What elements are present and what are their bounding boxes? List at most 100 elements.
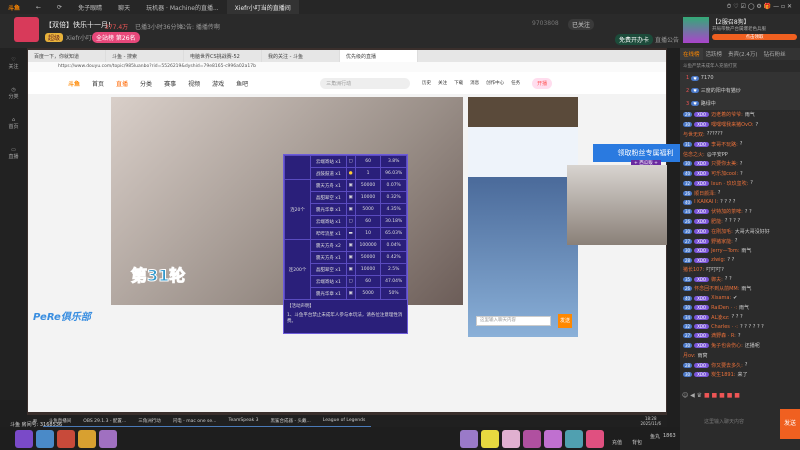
sidebar-item-live[interactable]: ▭ 直播 <box>0 138 27 168</box>
chat-nick[interactable]: 怀念回不到从前MM: <box>694 285 739 292</box>
free-card-button[interactable]: 免费开办卡 <box>615 34 654 45</box>
taskbar-item: TeamSpeak 3 <box>222 416 265 427</box>
chat-nick[interactable]: AL凌xz: <box>711 314 729 321</box>
chat-message: 34 XDO 伏特加的茶啤:? ? <box>680 207 800 217</box>
top-rank-item[interactable]: 3 ♥ 路绿中 <box>680 97 800 110</box>
chat-text: ? <box>737 332 741 339</box>
top-rank-item[interactable]: 1 ♥ 7170 <box>680 72 800 84</box>
chat-nick[interactable]: 嘿嘿嘿我来猪OvO: <box>711 121 753 128</box>
ad-banner[interactable]: 【2服召8狗】 开局带数产台属爆老色兵服 点击领取 <box>680 14 800 48</box>
chat-nick[interactable]: Ixun · 玖玖玺吹: <box>711 180 748 187</box>
chat-nick[interactable]: 顺日颜泽: <box>694 190 716 197</box>
chat-nick[interactable]: 与世无双: <box>683 131 705 138</box>
chat-text: ? <box>739 141 743 148</box>
bag-button[interactable]: 背包 <box>632 439 642 446</box>
streamer-avatar[interactable] <box>14 17 39 42</box>
chat-nick[interactable]: 炭生1891: <box>711 371 735 378</box>
right-panel: 【2服召8狗】 开局带数产台属爆老色兵服 点击领取 在线榜 活跃榜 贵宾(2.4… <box>680 14 800 450</box>
level-badge: 34 <box>683 314 693 320</box>
chat-nick[interactable]: I KAIKAI I: <box>694 199 718 205</box>
chat-nick[interactable]: 迈老着的爷爷: <box>711 111 743 118</box>
browser-tab: 斗鱼 - 搜索 <box>106 50 184 62</box>
level-badge: 30 <box>683 343 693 349</box>
chat-text: 还播呢 <box>744 343 760 350</box>
chat-nick[interactable]: 只要你太美: <box>711 160 738 167</box>
tab-machine[interactable]: 玩机器 · Machine的直播... <box>138 0 227 14</box>
chat-message: 26 顺日颜泽:? <box>680 188 800 198</box>
rank-tabs: 在线榜 活跃榜 贵宾(2.4万) 钻石粉丝 <box>680 48 800 60</box>
tab-xiefr[interactable]: Xiefr小叮当的直播间 <box>226 0 299 14</box>
chat-message: 30 XDO 嘿嘿嘿我来猪OvO:? <box>680 120 800 130</box>
chat-nick[interactable]: 在刚加毛: <box>711 228 733 235</box>
chat-nick[interactable]: 伏特加的茶啤: <box>711 208 743 215</box>
follow-button[interactable]: 已关注 <box>568 19 595 30</box>
chat-message: 信念之火: @平安PP <box>680 149 800 159</box>
chat-nick[interactable]: zlwig: <box>711 257 725 263</box>
ad-button[interactable]: 点击领取 <box>712 34 797 40</box>
window-controls[interactable]: ⏱ ♡ ☑ ◯ ⚙ 🎁 — ▫ ✕ <box>719 0 800 14</box>
level-badge: 32 <box>683 180 693 186</box>
back-icon[interactable]: ← <box>28 0 49 14</box>
refresh-icon[interactable]: ⟳ <box>49 0 70 14</box>
level-badge: 27 <box>683 238 693 244</box>
gift-icons[interactable] <box>460 430 607 450</box>
fan-badge: XDO <box>694 218 710 224</box>
fan-badge: XDO <box>694 171 710 177</box>
chat-nick[interactable]: 野猪家能: <box>711 238 733 245</box>
stream-video[interactable]: 百度一下，你就知道 斗鱼 - 搜索 电脑世界CS挑战赛-52 我的关注 - 斗鱼… <box>27 48 698 418</box>
chat-message: 29 XDO 迈老着的爷爷: 雨气 <box>680 110 800 120</box>
chat-nick[interactable]: Jerry—Tom: <box>711 248 739 254</box>
fan-badge: XDO <box>694 324 710 330</box>
chat-message: 40 I KAIKAI I:? ? ? ? <box>680 198 800 207</box>
rank-number: 3 <box>686 100 690 107</box>
chat-nick[interactable]: 信念之火: <box>683 151 705 158</box>
chat-nick[interactable]: 你又要去多久: <box>711 362 743 369</box>
top-rank-item[interactable]: 2 ♥ 三度的阳中有猫炒 <box>680 84 800 97</box>
level-badge: 28 <box>683 362 693 368</box>
chat-nick[interactable]: 御夫: <box>711 276 723 283</box>
address-bar: https://www.douyu.com/topic/985luanbo?ri… <box>28 62 666 72</box>
chat-nick[interactable]: Charles · ·: <box>711 324 738 330</box>
chat-nick[interactable]: 猪长107: <box>683 266 704 273</box>
gift-probability-panel: 云端寄站 x1 ▢ 60 3.8% 战鼓鼓道 x1 ● 1 96.03% 连20个 震天方舟 … <box>283 154 408 334</box>
level-badge: 34 <box>683 209 693 215</box>
chat-nick[interactable]: 滴野森 · R: <box>711 332 736 339</box>
tab-diamond[interactable]: 钻石粉丝 <box>761 48 789 60</box>
fishball-label: 鱼丸 <box>650 434 661 440</box>
chat-nick[interactable]: 可乐加cool: <box>711 170 738 177</box>
tab-online[interactable]: 在线榜 <box>680 48 703 60</box>
chat-message: 31 XDO 李哥不玩路:? <box>680 139 800 149</box>
live-button: 开播 <box>532 77 553 89</box>
fan-badge: XDO <box>694 141 710 147</box>
recharge-button[interactable]: 充值 <box>612 439 622 446</box>
send-button[interactable]: 发送 <box>780 409 800 439</box>
chat-nick[interactable]: 肥能: <box>711 218 723 225</box>
chat-text: ? ? ? ? <box>724 218 741 225</box>
chat-message: 32 XDO Ixun · 玖玖玺吹:? <box>680 178 800 188</box>
level-badge: 超级 <box>45 33 64 42</box>
chat-tools[interactable]: ☺ ◀ ♛ ■ ■ ■ ■ ■ <box>682 392 740 399</box>
douyu-logo: 斗鱼 <box>68 80 81 88</box>
browser-tab: 优先级的直播 <box>340 50 418 62</box>
announce-link[interactable]: 直播公告 <box>655 35 679 44</box>
sidebar-item-home[interactable]: ⌂ 首页 <box>0 108 27 138</box>
chat-nick[interactable]: RaiDen · ·: <box>711 305 737 311</box>
chat-message: 27 XDO 野猪家能:? <box>680 236 800 246</box>
chat-input[interactable]: 这里输入聊天内容 <box>700 412 774 434</box>
chat-text: 叮叮叮? <box>706 266 724 273</box>
top-bar: 斗鱼 ← ⟳ 免子眼睛 聊天 玩机器 · Machine的直播... Xiefr… <box>0 0 800 14</box>
activity-icons[interactable] <box>15 430 120 450</box>
tab-vip[interactable]: 贵宾(2.4万) <box>725 48 761 60</box>
sidebar-item-follow[interactable]: ♡ 关注 <box>0 48 27 78</box>
tab-chat[interactable]: 聊天 <box>110 0 138 14</box>
tab-search[interactable]: 免子眼睛 <box>70 0 110 14</box>
chat-nick[interactable]: 李哥不玩路: <box>711 141 738 148</box>
chat-nick[interactable]: Xisama: <box>711 295 731 301</box>
chat-nick[interactable]: 月ov: <box>683 352 695 359</box>
chat-text: 来了 <box>737 372 748 379</box>
chat-nick[interactable]: 兔子也会伤心: <box>711 342 743 349</box>
sidebar-item-category[interactable]: ◷ 分类 <box>0 78 27 108</box>
gift-note-title: 【活动声明】 <box>287 304 314 309</box>
rank-badge[interactable]: 全站榜 第26名 <box>92 32 140 43</box>
tab-active[interactable]: 活跃榜 <box>703 48 726 60</box>
